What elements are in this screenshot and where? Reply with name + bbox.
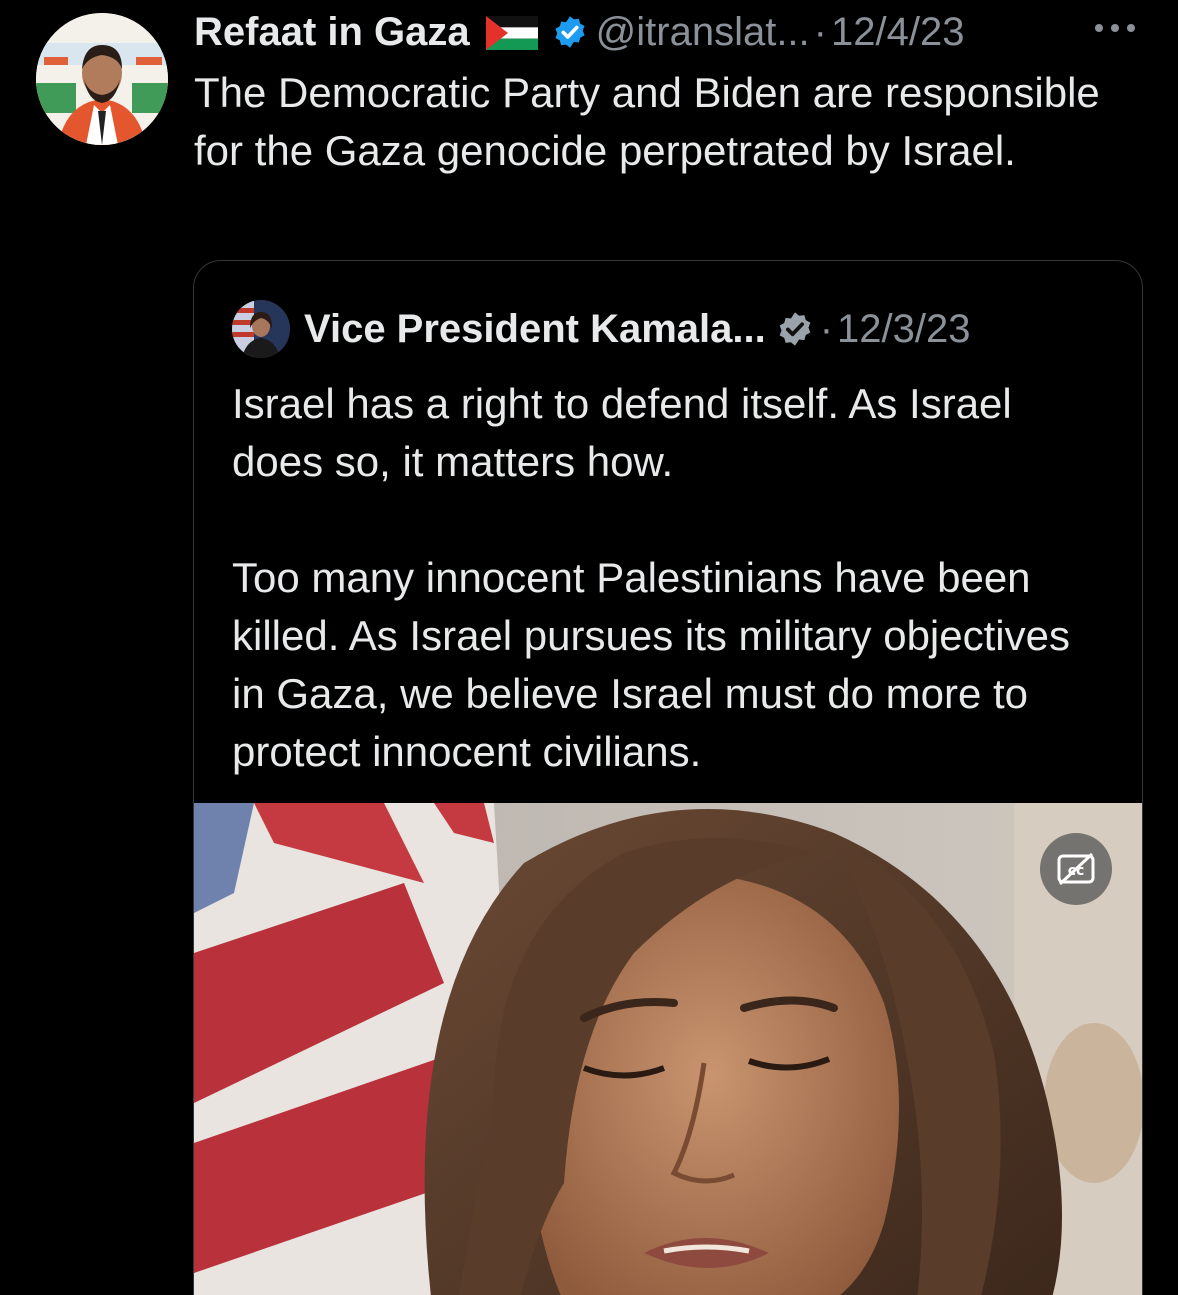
author-display-name[interactable]: Refaat in Gaza bbox=[194, 10, 470, 55]
palestine-flag-icon bbox=[485, 15, 538, 50]
tweet[interactable]: Refaat in Gaza @itranslat... · 12/4/23 T… bbox=[0, 0, 1178, 1295]
more-horizontal-icon[interactable] bbox=[1092, 18, 1138, 38]
closed-captions-off-icon[interactable]: cc bbox=[1040, 833, 1112, 905]
quoted-paragraph-2: Too many innocent Palestinians have been… bbox=[232, 554, 1070, 775]
quoted-tweet-date: 12/3/23 bbox=[837, 306, 971, 351]
author-avatar[interactable] bbox=[36, 13, 168, 145]
quoted-author-avatar bbox=[232, 300, 290, 358]
video-frame bbox=[194, 803, 1142, 1295]
quoted-author-display-name[interactable]: Vice President Kamala... bbox=[304, 307, 766, 352]
tweet-header: Refaat in Gaza @itranslat... · 12/4/23 bbox=[194, 6, 964, 58]
tweet-text: The Democratic Party and Biden are respo… bbox=[194, 69, 1100, 174]
quoted-tweet-header: Vice President Kamala... · 12/3/23 bbox=[232, 299, 971, 359]
avatar-photo bbox=[36, 13, 168, 145]
tweet-date[interactable]: 12/4/23 bbox=[831, 10, 964, 55]
author-handle[interactable]: @itranslat... bbox=[596, 10, 810, 55]
quoted-paragraph-1: Israel has a right to defend itself. As … bbox=[232, 380, 1012, 485]
quoted-tweet-card[interactable]: Vice President Kamala... · 12/3/23 Israe… bbox=[193, 260, 1143, 1295]
quoted-video[interactable]: cc bbox=[194, 803, 1142, 1295]
government-verified-badge-icon bbox=[776, 310, 814, 348]
quoted-tweet-text: Israel has a right to defend itself. As … bbox=[232, 375, 1112, 781]
verified-badge-icon[interactable] bbox=[552, 14, 588, 50]
quoted-avatar-photo bbox=[232, 300, 290, 358]
quoted-header-separator: · bbox=[819, 306, 834, 351]
header-separator: · bbox=[813, 9, 827, 54]
